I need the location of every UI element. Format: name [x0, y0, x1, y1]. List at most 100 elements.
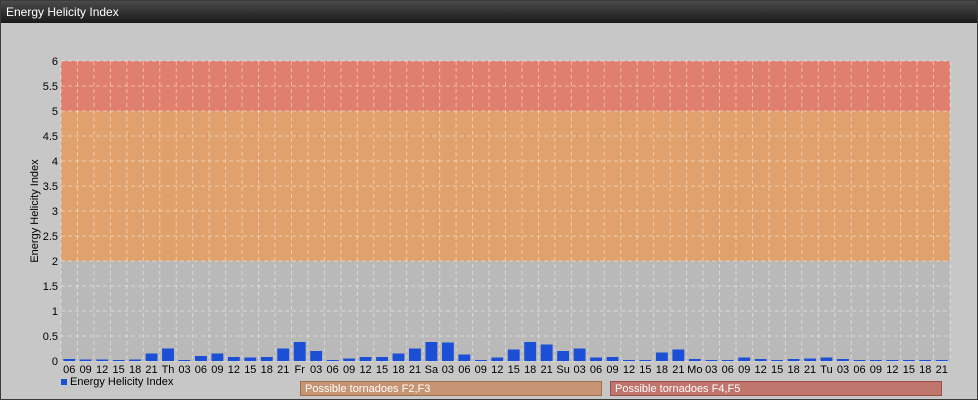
x-tick-label: 06 [590, 364, 602, 376]
y-tick-label: 1.5 [43, 281, 58, 293]
x-tick-label: 15 [508, 364, 520, 376]
y-tick-label: 2.5 [43, 231, 58, 243]
x-tick-label: 09 [211, 364, 223, 376]
bar-52 [919, 360, 932, 361]
bar-14 [293, 342, 306, 361]
x-tick-label: 06 [853, 364, 865, 376]
window-title: Energy Helicity Index [1, 1, 977, 23]
bar-22 [425, 342, 438, 361]
bar-45 [804, 358, 816, 361]
x-tick-label: 18 [919, 364, 931, 376]
x-tick-label: 03 [442, 364, 454, 376]
x-tick-label: 09 [738, 364, 750, 376]
x-tick-label: 21 [277, 364, 289, 376]
x-tick-label: 21 [409, 364, 421, 376]
y-tick-label: 4.5 [43, 131, 58, 143]
x-tick-label: 03 [310, 364, 322, 376]
x-tick-label: 03 [573, 364, 585, 376]
x-tick-label: 09 [606, 364, 618, 376]
x-tick-label: 21 [804, 364, 816, 376]
x-tick-label: 03 [705, 364, 717, 376]
x-tick-label: 15 [771, 364, 783, 376]
bar-47 [837, 359, 849, 361]
bar-21 [409, 348, 421, 361]
bar-38 [688, 359, 701, 361]
x-tick-label: Fr [295, 364, 306, 376]
x-tick-label: 21 [672, 364, 684, 376]
x-tick-label: 21 [936, 364, 948, 376]
bar-2 [96, 359, 109, 361]
x-tick-label: Mo [687, 364, 702, 376]
bar-0 [63, 359, 76, 361]
x-tick-label: 12 [755, 364, 767, 376]
bar-17 [343, 358, 356, 361]
x-tick-label: 18 [129, 364, 141, 376]
y-tick-label: 5.5 [43, 81, 58, 93]
bar-18 [359, 357, 372, 361]
bar-41 [738, 357, 751, 361]
x-tick-label: 18 [524, 364, 536, 376]
bar-39 [705, 360, 718, 361]
bar-50 [886, 360, 899, 361]
x-tick-label: 06 [722, 364, 734, 376]
x-tick-label: 12 [359, 364, 371, 376]
bar-34 [623, 360, 635, 361]
bar-9 [211, 353, 224, 361]
x-tick-label: Su [556, 364, 569, 376]
x-tick-label: 12 [228, 364, 240, 376]
x-tick-label: 15 [112, 364, 124, 376]
bar-4 [129, 359, 142, 361]
x-tick-label: 18 [787, 364, 799, 376]
bar-40 [721, 360, 734, 361]
bar-53 [935, 360, 948, 361]
bar-46 [820, 357, 833, 361]
legend-label: Energy Helicity Index [70, 376, 174, 388]
zone-label-f2-f3: Possible tornadoes F2,F3 [300, 381, 602, 396]
bar-3 [112, 360, 125, 361]
bar-30 [557, 351, 570, 361]
x-tick-label: 06 [63, 364, 75, 376]
y-tick-label: 6 [52, 56, 58, 68]
y-tick-label: 1 [52, 306, 58, 318]
bar-51 [902, 360, 915, 361]
x-tick-label: 06 [195, 364, 207, 376]
x-tick-label: 12 [96, 364, 108, 376]
legend-swatch [61, 379, 67, 385]
bar-24 [458, 354, 471, 361]
bar-28 [524, 342, 537, 361]
bar-20 [392, 353, 405, 361]
y-tick-label: 3.5 [43, 181, 58, 193]
x-tick-label: Sa [425, 364, 439, 376]
bar-1 [79, 359, 92, 361]
bar-32 [590, 357, 602, 361]
bar-37 [672, 349, 685, 361]
bar-36 [655, 352, 668, 361]
bar-19 [376, 357, 388, 361]
bar-49 [869, 360, 882, 361]
x-tick-label: 09 [80, 364, 92, 376]
bar-16 [326, 360, 339, 361]
y-tick-label: 3 [52, 206, 58, 218]
bar-43 [771, 360, 784, 361]
bar-48 [853, 360, 866, 361]
bar-26 [491, 357, 504, 361]
x-tick-label: 03 [178, 364, 190, 376]
bar-25 [474, 360, 487, 361]
bar-35 [639, 360, 652, 361]
x-tick-label: 18 [656, 364, 668, 376]
x-tick-label: Tu [820, 364, 832, 376]
x-tick-label: 15 [903, 364, 915, 376]
x-tick-label: 12 [491, 364, 503, 376]
bar-8 [195, 356, 207, 361]
bar-10 [227, 357, 240, 361]
bar-11 [244, 357, 257, 361]
bar-42 [754, 359, 767, 361]
chart-window: Energy Helicity Index 0 0.5 1 1.5 2 2.5 3 3.5 4 4… [0, 0, 978, 400]
x-tick-label: 12 [623, 364, 635, 376]
x-tick-label: 18 [261, 364, 273, 376]
y-axis-label: Energy Helicity Index [29, 159, 41, 263]
bar-27 [507, 349, 520, 361]
x-tick-label: 15 [244, 364, 256, 376]
x-tick-label: 12 [886, 364, 898, 376]
bar-7 [178, 360, 191, 361]
